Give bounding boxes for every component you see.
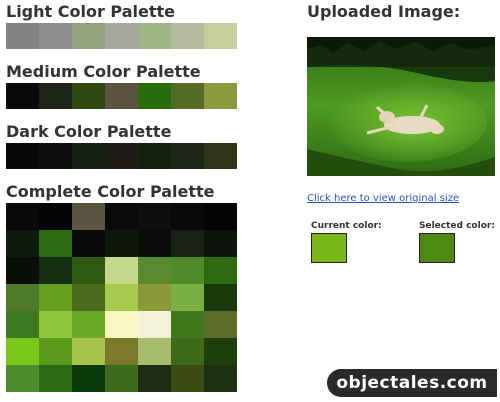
complete-swatch[interactable] <box>171 365 204 392</box>
uploaded-image[interactable] <box>307 37 495 176</box>
medium-swatch[interactable] <box>105 83 138 109</box>
dark-swatch[interactable] <box>171 143 204 169</box>
medium-palette-row <box>6 83 237 109</box>
dark-swatch[interactable] <box>39 143 72 169</box>
dark-swatch[interactable] <box>6 143 39 169</box>
dark-palette-row <box>6 143 237 169</box>
complete-swatch[interactable] <box>72 311 105 338</box>
complete-swatch[interactable] <box>138 365 171 392</box>
light-swatch[interactable] <box>138 23 171 49</box>
complete-swatch[interactable] <box>105 365 138 392</box>
complete-swatch[interactable] <box>171 230 204 257</box>
selected-color-swatch <box>419 233 455 263</box>
complete-swatch[interactable] <box>105 230 138 257</box>
dark-palette-title: Dark Color Palette <box>6 122 172 141</box>
selected-color-label: Selected color: <box>419 221 495 231</box>
complete-swatch[interactable] <box>138 311 171 338</box>
complete-swatch[interactable] <box>6 338 39 365</box>
complete-swatch[interactable] <box>6 230 39 257</box>
complete-swatch[interactable] <box>105 311 138 338</box>
complete-swatch[interactable] <box>39 284 72 311</box>
light-swatch[interactable] <box>6 23 39 49</box>
light-swatch[interactable] <box>105 23 138 49</box>
light-palette-title: Light Color Palette <box>6 2 175 21</box>
complete-swatch[interactable] <box>39 365 72 392</box>
dark-swatch[interactable] <box>72 143 105 169</box>
medium-palette-title: Medium Color Palette <box>6 62 201 81</box>
complete-swatch[interactable] <box>138 338 171 365</box>
complete-swatch[interactable] <box>6 203 39 230</box>
light-swatch[interactable] <box>72 23 105 49</box>
complete-swatch[interactable] <box>39 311 72 338</box>
complete-swatch[interactable] <box>39 338 72 365</box>
uploaded-image-graphic <box>307 37 495 176</box>
light-swatch[interactable] <box>204 23 237 49</box>
complete-swatch[interactable] <box>39 230 72 257</box>
watermark-text: objectales.com <box>336 373 488 393</box>
complete-swatch[interactable] <box>204 257 237 284</box>
complete-palette-grid <box>6 203 237 392</box>
complete-swatch[interactable] <box>72 365 105 392</box>
complete-swatch[interactable] <box>6 311 39 338</box>
complete-swatch[interactable] <box>6 257 39 284</box>
complete-swatch[interactable] <box>171 203 204 230</box>
complete-swatch[interactable] <box>6 365 39 392</box>
complete-swatch[interactable] <box>105 338 138 365</box>
light-palette-row <box>6 23 237 49</box>
complete-swatch[interactable] <box>204 284 237 311</box>
complete-swatch[interactable] <box>6 284 39 311</box>
uploaded-image-title: Uploaded Image: <box>307 2 461 21</box>
light-swatch[interactable] <box>171 23 204 49</box>
complete-swatch[interactable] <box>204 338 237 365</box>
complete-swatch[interactable] <box>39 257 72 284</box>
complete-palette-title: Complete Color Palette <box>6 182 215 201</box>
dark-swatch[interactable] <box>204 143 237 169</box>
complete-swatch[interactable] <box>138 284 171 311</box>
current-color-swatch <box>311 233 347 263</box>
dark-swatch[interactable] <box>105 143 138 169</box>
complete-swatch[interactable] <box>72 230 105 257</box>
complete-swatch[interactable] <box>72 284 105 311</box>
complete-swatch[interactable] <box>204 365 237 392</box>
watermark-banner: objectales.com <box>327 369 497 397</box>
complete-swatch[interactable] <box>138 203 171 230</box>
complete-swatch[interactable] <box>105 284 138 311</box>
medium-swatch[interactable] <box>72 83 105 109</box>
complete-swatch[interactable] <box>171 257 204 284</box>
complete-swatch[interactable] <box>39 203 72 230</box>
dark-swatch[interactable] <box>138 143 171 169</box>
view-original-size-link[interactable]: Click here to view original size <box>307 193 459 204</box>
medium-swatch[interactable] <box>39 83 72 109</box>
light-swatch[interactable] <box>39 23 72 49</box>
medium-swatch[interactable] <box>6 83 39 109</box>
medium-swatch[interactable] <box>171 83 204 109</box>
medium-swatch[interactable] <box>204 83 237 109</box>
complete-swatch[interactable] <box>171 311 204 338</box>
complete-swatch[interactable] <box>171 284 204 311</box>
complete-swatch[interactable] <box>105 257 138 284</box>
complete-swatch[interactable] <box>171 338 204 365</box>
complete-swatch[interactable] <box>204 311 237 338</box>
complete-swatch[interactable] <box>105 203 138 230</box>
current-color-label: Current color: <box>311 221 382 231</box>
complete-swatch[interactable] <box>72 203 105 230</box>
complete-swatch[interactable] <box>138 257 171 284</box>
complete-swatch[interactable] <box>72 338 105 365</box>
complete-swatch[interactable] <box>204 230 237 257</box>
complete-swatch[interactable] <box>204 203 237 230</box>
complete-swatch[interactable] <box>72 257 105 284</box>
medium-swatch[interactable] <box>138 83 171 109</box>
complete-swatch[interactable] <box>138 230 171 257</box>
